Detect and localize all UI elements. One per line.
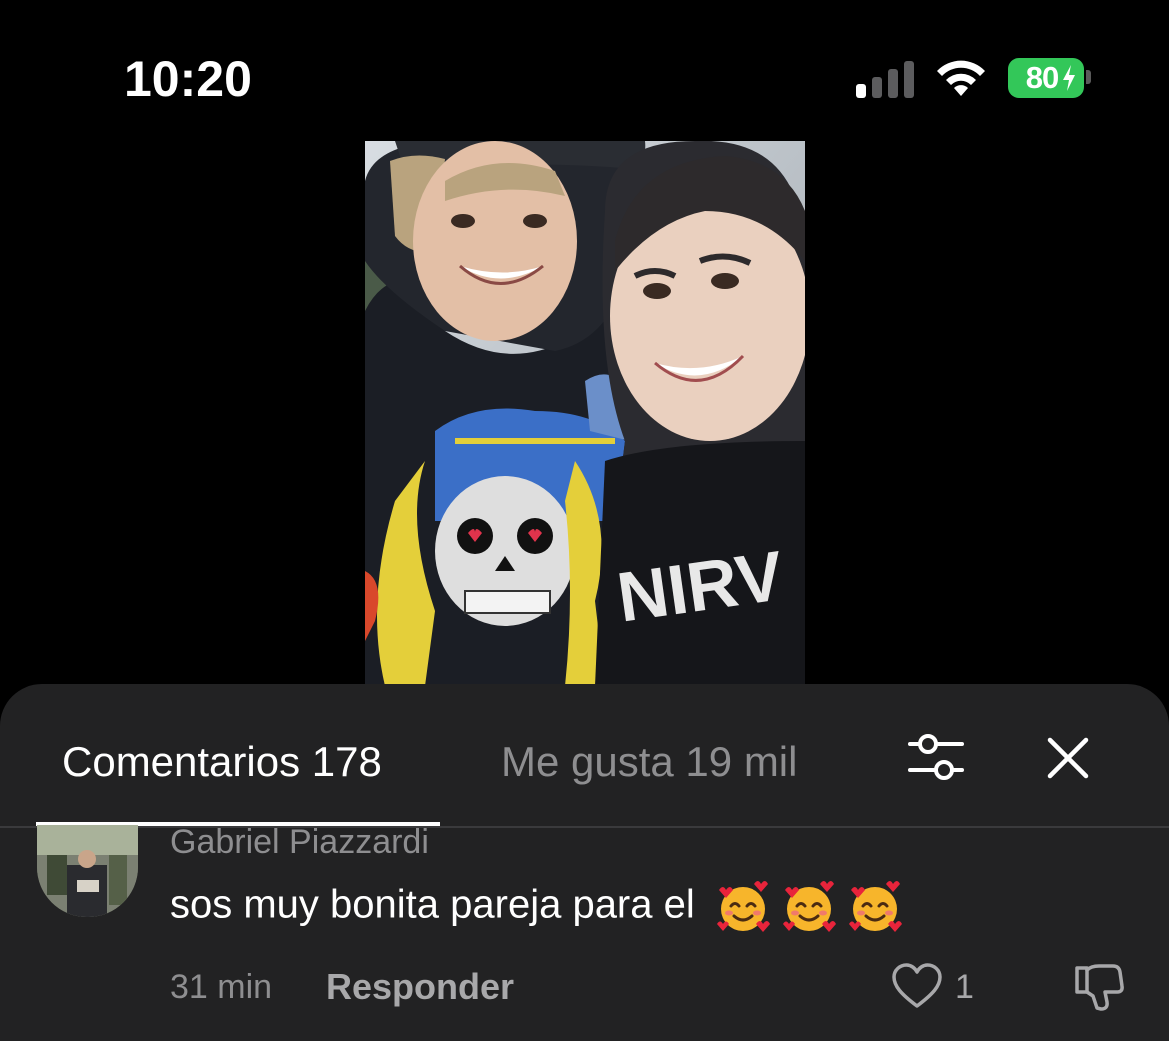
comment-text: sos muy bonita pareja para el: [170, 882, 695, 927]
selfie-photo[interactable]: NIRV: [365, 141, 805, 686]
comment-timestamp: 31 min: [170, 968, 273, 1006]
comment-text-row: sos muy bonita pareja para el: [170, 880, 902, 934]
smiling-face-with-hearts-emoji: [716, 881, 770, 932]
reply-button[interactable]: Responder: [326, 966, 514, 1008]
smiling-face-with-hearts-emoji: [782, 881, 836, 932]
screen: 10:20 80 NIRV Comentarios 178 Me gusta 1…: [0, 0, 1169, 1041]
filter-sliders-icon[interactable]: [906, 730, 966, 784]
wifi-icon: [937, 60, 985, 96]
thumbs-down-icon[interactable]: [1073, 962, 1125, 1012]
battery-cap: [1086, 70, 1091, 84]
smiling-face-with-hearts-emoji: [848, 881, 902, 932]
like-count: 1: [955, 968, 974, 1006]
battery-percent: 80: [1025, 60, 1059, 95]
comment-author[interactable]: Gabriel Piazzardi: [170, 824, 429, 854]
emoji-group: [716, 880, 902, 934]
status-bar: 10:20 80: [0, 0, 1169, 140]
heart-icon[interactable]: [891, 962, 943, 1010]
battery-indicator: 80: [1008, 58, 1084, 98]
status-time: 10:20: [124, 51, 252, 107]
tab-comments[interactable]: Comentarios 178: [62, 738, 382, 786]
close-icon[interactable]: [1046, 736, 1090, 780]
cellular-signal-icon: [856, 61, 914, 98]
charging-bolt-icon: [1063, 65, 1075, 91]
photo-illustration: NIRV: [365, 141, 805, 686]
tab-likes[interactable]: Me gusta 19 mil: [501, 738, 797, 786]
